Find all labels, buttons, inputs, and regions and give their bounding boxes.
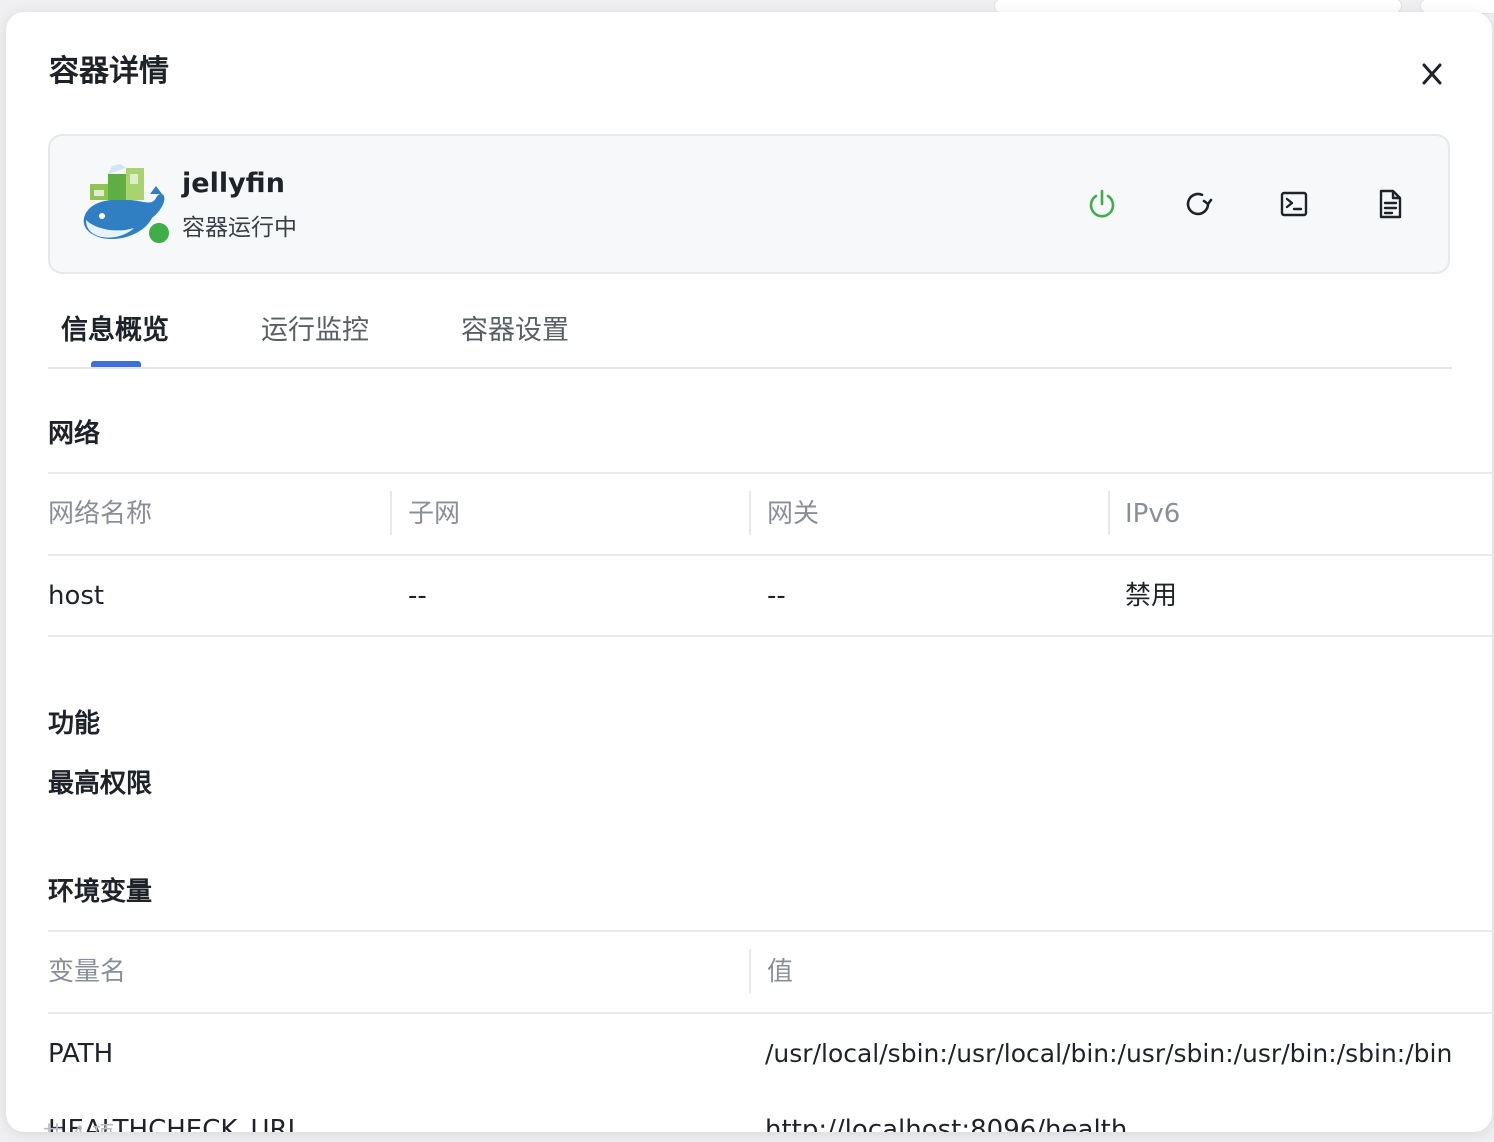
env-col-value: 值 bbox=[767, 957, 794, 987]
env-section-title: 环境变量 bbox=[48, 877, 153, 907]
network-section-title: 网络 bbox=[48, 419, 101, 449]
log-document-icon[interactable] bbox=[1372, 186, 1408, 222]
dialog-title: 容器详情 bbox=[49, 54, 169, 89]
container-details-dialog: 容器详情 jellyfin 容器运行中 信息概览 运行监控 容器设置 网络 网络… bbox=[6, 12, 1492, 1132]
env-row-name: PATH bbox=[48, 1039, 114, 1069]
env-total-count: 共 4 项 bbox=[42, 1118, 114, 1132]
column-separator bbox=[749, 949, 751, 993]
terminal-icon[interactable] bbox=[1276, 186, 1312, 222]
env-table-top-border bbox=[48, 930, 1492, 932]
network-cell-gateway: -- bbox=[767, 581, 786, 611]
env-row-value: /usr/local/sbin:/usr/local/bin:/usr/sbin… bbox=[765, 1039, 1453, 1068]
container-name: jellyfin bbox=[182, 168, 285, 199]
capabilities-section-title: 功能 bbox=[48, 709, 101, 739]
column-separator bbox=[1108, 491, 1110, 535]
running-status-dot bbox=[146, 220, 172, 246]
tabs-divider bbox=[48, 367, 1452, 369]
active-tab-indicator bbox=[91, 361, 141, 367]
env-row-value: http://localhost:8096/health bbox=[765, 1115, 1128, 1132]
network-col-ipv6: IPv6 bbox=[1125, 499, 1181, 529]
power-icon[interactable] bbox=[1084, 186, 1120, 222]
network-cell-ipv6: 禁用 bbox=[1125, 581, 1178, 611]
tab-settings[interactable]: 容器设置 bbox=[461, 312, 569, 350]
column-separator bbox=[390, 491, 392, 535]
network-col-gateway: 网关 bbox=[767, 499, 820, 529]
container-status-text: 容器运行中 bbox=[182, 215, 297, 241]
network-cell-subnet: -- bbox=[408, 581, 427, 611]
tab-monitoring[interactable]: 运行监控 bbox=[261, 312, 369, 350]
close-icon[interactable] bbox=[1414, 61, 1450, 87]
network-col-name: 网络名称 bbox=[48, 499, 153, 529]
capability-value: 最高权限 bbox=[48, 769, 153, 799]
env-header-border bbox=[48, 1012, 1492, 1014]
tab-overview[interactable]: 信息概览 bbox=[61, 312, 169, 350]
env-col-name: 变量名 bbox=[48, 957, 127, 987]
network-header-border bbox=[48, 554, 1492, 556]
network-cell-name: host bbox=[48, 581, 105, 611]
network-col-subnet: 子网 bbox=[408, 499, 461, 529]
column-separator bbox=[749, 491, 751, 535]
container-summary-card: jellyfin 容器运行中 bbox=[48, 134, 1450, 274]
network-table-top-border bbox=[48, 472, 1492, 474]
network-row-border bbox=[48, 635, 1492, 637]
restart-icon[interactable] bbox=[1180, 186, 1216, 222]
